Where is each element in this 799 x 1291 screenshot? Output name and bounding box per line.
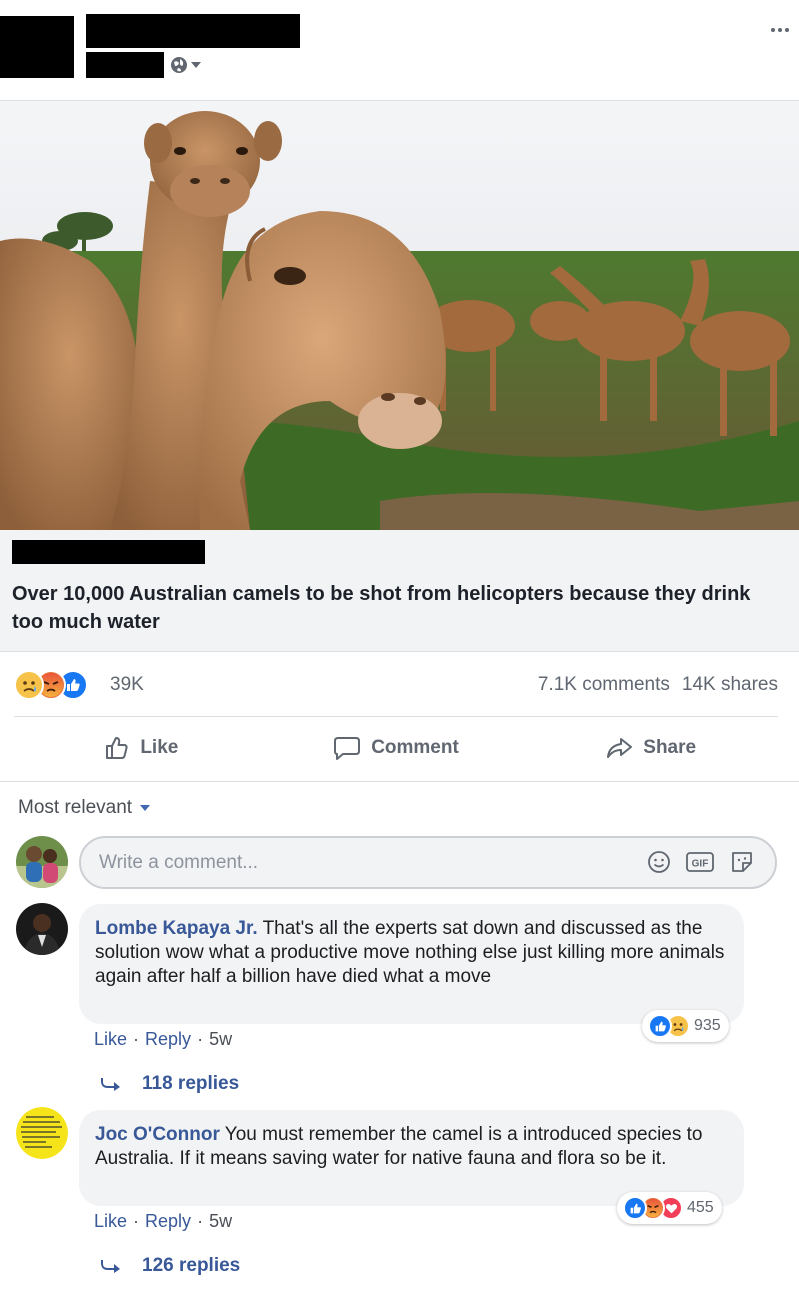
share-button[interactable]: Share	[523, 725, 778, 771]
separator: ·	[197, 1211, 204, 1231]
comment-meta: Like · Reply · 5w	[94, 1029, 232, 1050]
reactions-summary: 39K 7.1K comments 14K shares	[14, 670, 784, 700]
link-title[interactable]: Over 10,000 Australian camels to be shot…	[12, 580, 782, 636]
emoji-icon[interactable]	[647, 850, 671, 874]
comment-composer[interactable]: GIF	[79, 836, 777, 889]
comment-input[interactable]	[99, 850, 619, 876]
composer-tools: GIF	[647, 850, 755, 874]
comment-meta: Like · Reply · 5w	[94, 1211, 232, 1232]
svg-text:GIF: GIF	[692, 859, 709, 870]
commenter-avatar[interactable]	[16, 1107, 68, 1159]
audience-selector[interactable]	[170, 56, 210, 74]
action-bar: Like Comment Share	[14, 725, 778, 771]
page-name-redacted[interactable]	[86, 14, 300, 48]
replies-count: 126 replies	[142, 1255, 241, 1276]
separator: ·	[133, 1029, 140, 1049]
page-avatar-redacted[interactable]	[0, 16, 74, 78]
caret-down-icon	[140, 805, 151, 811]
sort-label: Most relevant	[18, 797, 133, 818]
shares-count-link[interactable]: 14K shares	[682, 674, 778, 696]
comment-icon	[334, 737, 361, 760]
comment-author[interactable]: Lombe Kapaya Jr.	[95, 918, 258, 939]
share-label: Share	[643, 737, 697, 758]
comment-author[interactable]: Joc O'Connor	[95, 1124, 220, 1145]
comment-reply-link[interactable]: Reply	[145, 1029, 191, 1050]
current-user-avatar[interactable]	[16, 836, 68, 888]
reply-arrow-icon	[101, 1078, 120, 1091]
share-icon	[607, 738, 633, 758]
gif-icon[interactable]: GIF	[685, 850, 715, 874]
replies-count: 118 replies	[142, 1073, 240, 1094]
view-replies-link[interactable]: 118 replies	[100, 1073, 239, 1095]
reply-arrow-icon	[101, 1260, 120, 1273]
reaction-icons[interactable]	[14, 670, 88, 700]
chevron-down-icon	[191, 62, 201, 68]
divider	[14, 716, 778, 717]
engagement-counts: 7.1K comments 14K shares	[538, 674, 778, 696]
comment-label: Comment	[371, 737, 459, 758]
like-label: Like	[140, 737, 179, 758]
comment-button[interactable]: Comment	[269, 725, 524, 771]
commenter-avatar[interactable]	[16, 903, 68, 955]
comment-reaction-count: 455	[687, 1199, 714, 1216]
divider	[0, 781, 799, 782]
thumbs-up-icon	[106, 737, 128, 759]
post-date-redacted[interactable]	[86, 52, 164, 78]
comment-sort-dropdown[interactable]: Most relevant	[18, 797, 151, 819]
like-reaction-icon	[623, 1196, 647, 1220]
view-replies-link[interactable]: 126 replies	[100, 1255, 240, 1277]
separator: ·	[133, 1211, 140, 1231]
comment-bubble: Lombe Kapaya Jr. That's all the experts …	[79, 904, 744, 1024]
post-photo[interactable]	[0, 101, 799, 530]
comment-like-link[interactable]: Like	[94, 1029, 127, 1050]
reaction-count[interactable]: 39K	[110, 674, 144, 696]
comment-reaction-count: 935	[694, 1017, 721, 1034]
more-options-icon[interactable]	[765, 20, 795, 40]
comment-timestamp[interactable]: 5w	[209, 1211, 232, 1232]
comment-like-link[interactable]: Like	[94, 1211, 127, 1232]
comment-reactions-badge[interactable]: 935	[642, 1010, 729, 1042]
globe-icon	[171, 57, 187, 73]
sticker-icon[interactable]	[729, 850, 755, 874]
sad-reaction-icon	[14, 670, 44, 700]
separator: ·	[197, 1029, 204, 1049]
like-reaction-icon	[648, 1014, 672, 1038]
comment-timestamp[interactable]: 5w	[209, 1029, 232, 1050]
link-source-redacted	[12, 540, 205, 564]
like-button[interactable]: Like	[14, 725, 269, 771]
comments-count-link[interactable]: 7.1K comments	[538, 674, 670, 696]
comment-reply-link[interactable]: Reply	[145, 1211, 191, 1232]
comment-reactions-badge[interactable]: 455	[617, 1192, 722, 1224]
